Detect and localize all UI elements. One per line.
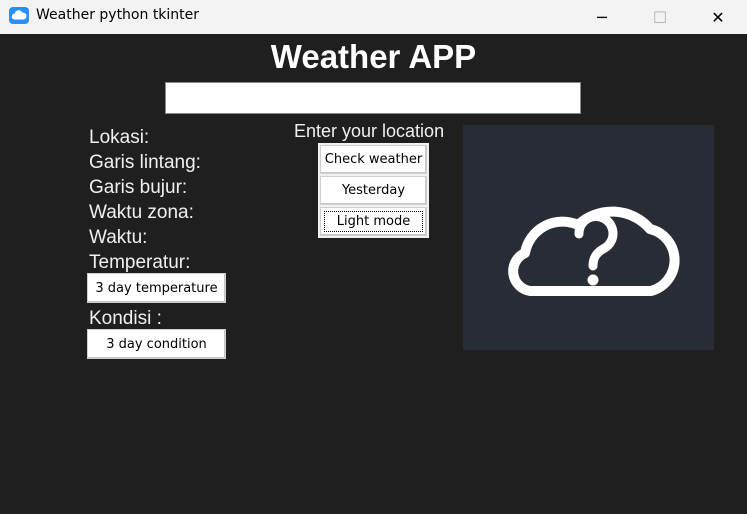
page-title: Weather APP (270, 38, 477, 75)
yesterday-button[interactable]: Yesterday (320, 176, 427, 205)
yesterday-button-label: Yesterday (341, 183, 406, 198)
check-weather-button[interactable]: Check weather (320, 145, 427, 174)
weather-icon-panel (463, 125, 714, 350)
close-icon: ✕ (711, 7, 725, 27)
three-day-condition-button-label: 3 day condition (106, 336, 207, 352)
cloud-question-icon (508, 206, 680, 296)
longitude-label: Garis bujur: (89, 177, 188, 198)
minimize-icon: ─ (597, 7, 607, 27)
time-label: Waktu: (89, 227, 148, 248)
close-button[interactable]: ✕ (689, 0, 747, 34)
condition-label: Kondisi : (89, 308, 162, 329)
window-title: Weather python tkinter (36, 7, 200, 23)
three-day-temperature-button[interactable]: 3 day temperature (87, 273, 226, 303)
maximize-icon: ☐ (652, 7, 668, 27)
check-weather-button-label: Check weather (324, 152, 423, 167)
focus-ring (324, 211, 423, 232)
location-input[interactable] (165, 82, 581, 114)
timezone-label: Waktu zona: (89, 202, 194, 223)
three-day-condition-button[interactable]: 3 day condition (87, 329, 226, 359)
light-mode-button[interactable]: Light mode (320, 207, 427, 236)
minimize-button[interactable]: ─ (573, 0, 631, 34)
latitude-label: Garis lintang: (89, 152, 201, 173)
app-cloud-icon (9, 7, 29, 24)
window-titlebar[interactable]: Weather python tkinter ─ ☐ ✕ (0, 0, 747, 34)
three-day-temperature-button-label: 3 day temperature (95, 280, 218, 296)
location-prompt: Enter your location (294, 121, 445, 141)
temperature-label: Temperatur: (89, 252, 191, 273)
maximize-button[interactable]: ☐ (631, 0, 689, 34)
app-main: Weather APP Enter your location Lokasi: … (0, 34, 747, 514)
location-label: Lokasi: (89, 127, 150, 148)
